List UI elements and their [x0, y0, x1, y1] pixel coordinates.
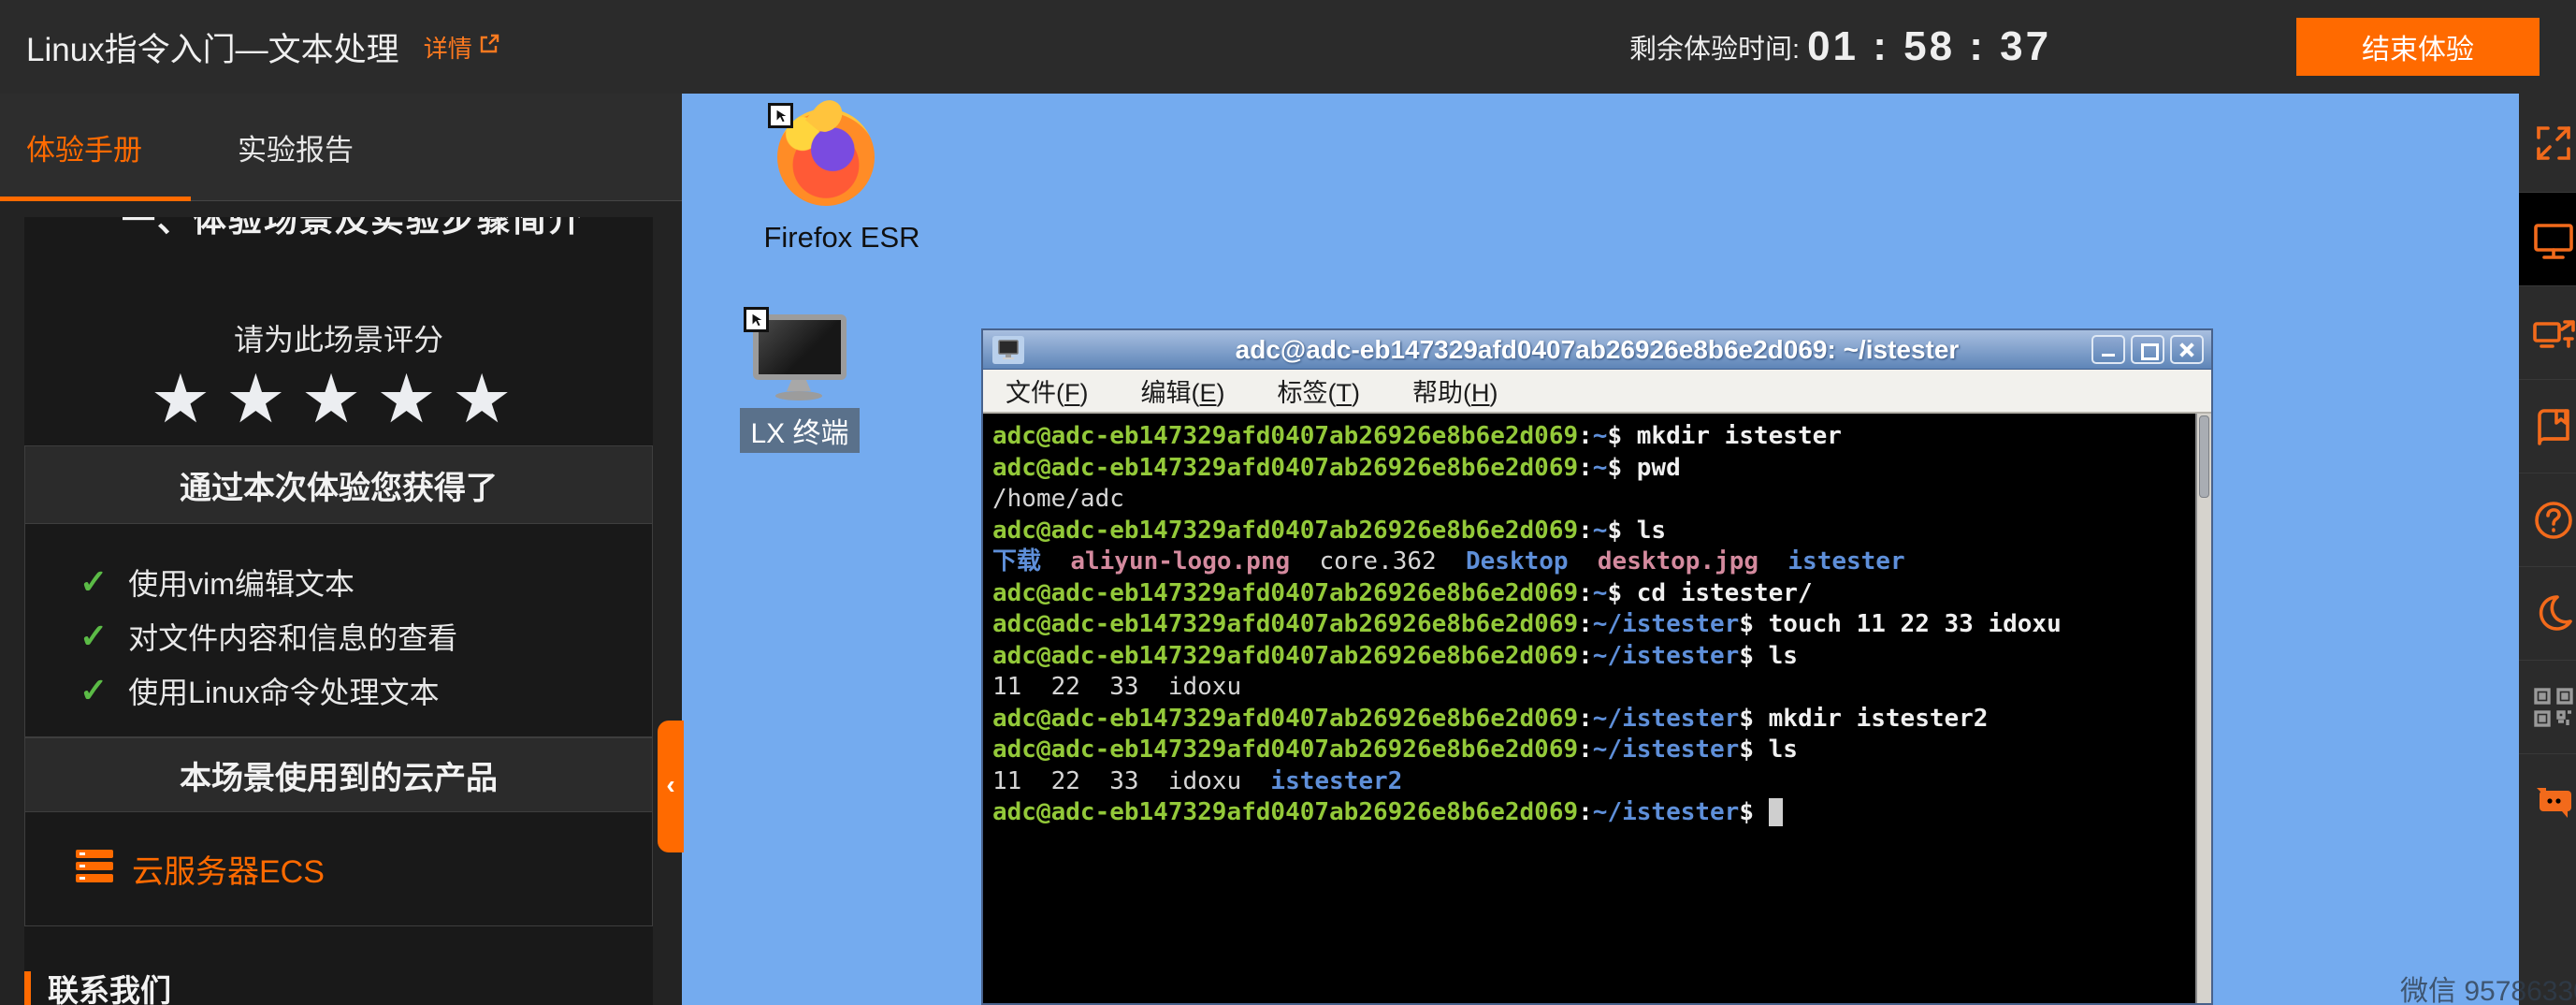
gains-header: 通过本次体验您获得了 — [24, 445, 653, 524]
fullscreen-icon[interactable] — [2519, 94, 2576, 192]
monitor-stand — [787, 380, 811, 391]
star-icon[interactable]: ★ — [301, 362, 377, 437]
terminal-window[interactable]: adc@adc-eb147329afd0407ab26926e8b6e2d069… — [981, 328, 2213, 1005]
menu-file[interactable]: 文件(F) — [1006, 372, 1089, 409]
tab-manual[interactable]: 体验手册 — [26, 94, 142, 201]
rating-title: 请为此场景评分 — [24, 316, 653, 359]
screen-switch-icon[interactable] — [2519, 285, 2576, 379]
star-icon[interactable]: ★ — [151, 362, 226, 437]
terminal-scrollbar[interactable] — [2195, 414, 2211, 1003]
star-icon[interactable]: ★ — [225, 362, 301, 437]
end-experience-button[interactable]: 结束体验 — [2296, 18, 2540, 76]
contact-section: 联系我们 — [24, 968, 171, 1005]
left-sidebar: 体验手册 实验报告 一、体验场景及实验步骤简介 请为此场景评分 ★★★★★ 通过… — [0, 94, 682, 1005]
page-title: Linux指令入门—文本处理 — [26, 23, 399, 71]
right-toolbar — [2519, 94, 2576, 1005]
terminal-content[interactable]: adc@adc-eb147329afd0407ab26926e8b6e2d069… — [983, 414, 2211, 1003]
window-controls — [2091, 335, 2204, 364]
details-link[interactable]: 详情 — [424, 30, 500, 65]
menu-tabs[interactable]: 标签(T) — [1278, 372, 1361, 409]
night-mode-icon[interactable] — [2519, 566, 2576, 660]
chevron-left-icon: ‹ — [666, 770, 674, 800]
products-list: 云服务器ECS — [24, 812, 653, 926]
terminal-menubar: 文件(F) 编辑(E) 标签(T) 帮助(H) — [983, 370, 2211, 414]
close-button[interactable] — [2170, 335, 2204, 364]
help-icon[interactable] — [2519, 473, 2576, 566]
maximize-button[interactable] — [2131, 335, 2164, 364]
shortcut-arrow-icon — [768, 103, 793, 128]
menu-help[interactable]: 帮助(H) — [1412, 372, 1498, 409]
remaining-time: 剩余体验时间: 01 : 58 : 37 — [1629, 0, 2051, 94]
clipped-section-heading: 一、体验场景及实验步骤简介 — [24, 217, 653, 238]
qr-code-icon[interactable] — [2519, 660, 2576, 753]
desktop-icon-label: Firefox ESR — [734, 221, 949, 255]
remote-desktop[interactable]: Firefox ESR LX 终端 adc@adc-eb147329afd040… — [682, 94, 2519, 1005]
terminal-output: adc@adc-eb147329afd0407ab26926e8b6e2d069… — [992, 421, 2187, 829]
remaining-time-label: 剩余体验时间: — [1629, 27, 1800, 66]
desktop-icon-firefox[interactable]: Firefox ESR — [734, 99, 949, 255]
check-icon: ✓ — [80, 671, 108, 710]
star-icon[interactable]: ★ — [376, 362, 452, 437]
gain-item: ✓ 使用vim编辑文本 — [25, 561, 652, 603]
products-header: 本场景使用到的云产品 — [24, 737, 653, 812]
contact-accent-bar — [24, 971, 31, 1005]
remaining-time-value: 01 : 58 : 37 — [1807, 23, 2051, 70]
monitor-view-icon[interactable] — [2519, 192, 2576, 285]
monitor-base — [775, 391, 822, 401]
gain-item: ✓ 使用Linux命令处理文本 — [25, 670, 652, 711]
minimize-button[interactable] — [2091, 335, 2125, 364]
tab-report[interactable]: 实验报告 — [238, 94, 354, 201]
scrollbar-thumb[interactable] — [2199, 415, 2209, 498]
terminal-window-title: adc@adc-eb147329afd0407ab26926e8b6e2d069… — [983, 335, 2211, 365]
shortcut-arrow-icon — [744, 307, 769, 332]
check-icon: ✓ — [80, 617, 108, 656]
manual-book-icon[interactable] — [2519, 379, 2576, 473]
gains-list: ✓ 使用vim编辑文本 ✓ 对文件内容和信息的查看 ✓ 使用Linux命令处理文… — [24, 524, 653, 737]
manual-panel: 一、体验场景及实验步骤简介 请为此场景评分 ★★★★★ 通过本次体验您获得了 ✓… — [24, 217, 653, 1005]
desktop-icon-lx-terminal[interactable]: LX 终端 — [738, 307, 878, 453]
desktop-icon-label: LX 终端 — [740, 408, 860, 453]
gain-item: ✓ 对文件内容和信息的查看 — [25, 616, 652, 657]
check-icon: ✓ — [80, 562, 108, 602]
menu-edit[interactable]: 编辑(E) — [1141, 372, 1225, 409]
server-stack-icon — [74, 848, 115, 890]
top-bar: Linux指令入门—文本处理 详情 剩余体验时间: 01 : 58 : 37 结… — [0, 0, 2576, 94]
wechat-watermark: 微信 957863300 — [2400, 968, 2576, 1005]
star-icon[interactable]: ★ — [452, 362, 528, 437]
details-link-label: 详情 — [424, 30, 472, 65]
rating-stars: ★★★★★ — [24, 359, 653, 438]
active-tab-underline — [0, 197, 191, 201]
external-link-icon — [478, 33, 500, 62]
sidebar-tabs: 体验手册 实验报告 — [0, 94, 682, 201]
feedback-chat-icon[interactable] — [2519, 753, 2576, 847]
terminal-titlebar[interactable]: adc@adc-eb147329afd0407ab26926e8b6e2d069… — [983, 330, 2211, 370]
sidebar-collapse-handle[interactable]: ‹ — [658, 721, 684, 852]
ecs-product-link[interactable]: 云服务器ECS — [74, 846, 325, 892]
